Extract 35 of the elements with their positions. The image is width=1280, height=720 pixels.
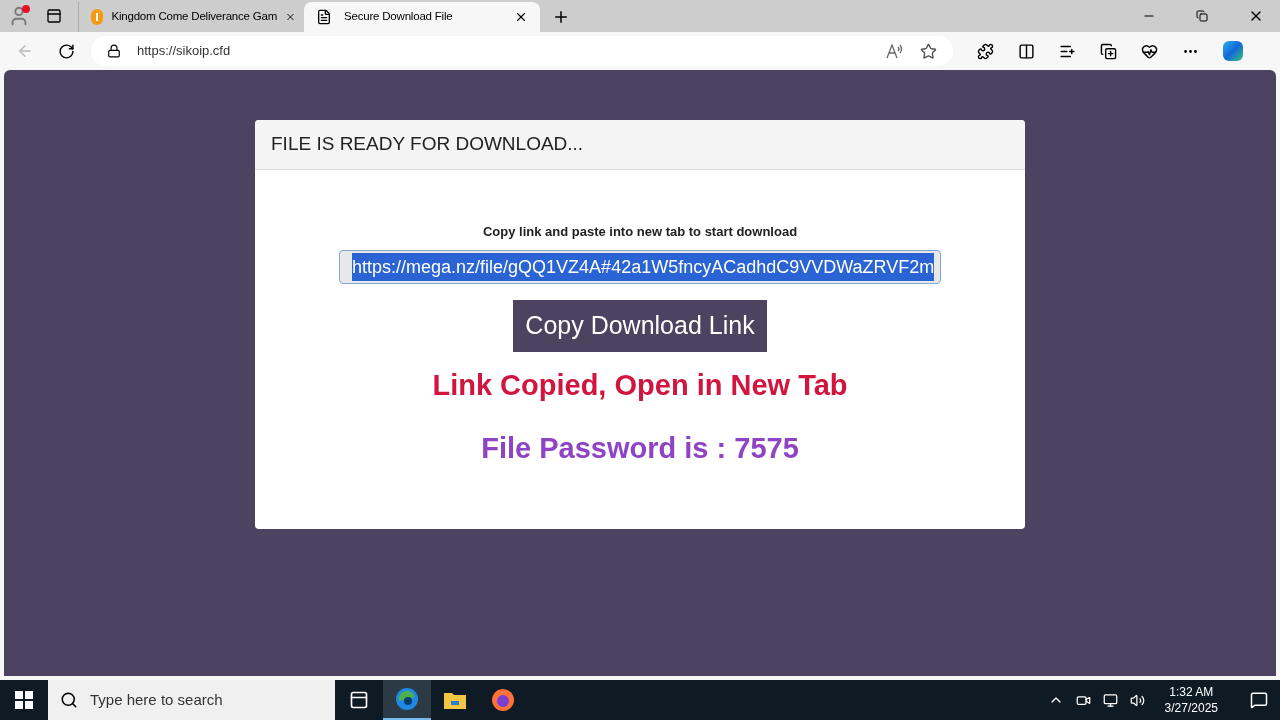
task-view-icon [349, 690, 369, 710]
health-icon[interactable] [1141, 42, 1158, 60]
notifications-icon[interactable] [1250, 691, 1268, 709]
restore-icon[interactable] [1196, 10, 1208, 22]
lock-icon [107, 44, 121, 58]
search-icon [60, 691, 78, 709]
tab-title: Kingdom Come Deliverance Gam [111, 9, 278, 25]
close-icon[interactable] [514, 10, 528, 24]
warning-icon [91, 9, 104, 25]
address-text: https://sikoip.cfd [137, 42, 232, 61]
folder-icon [443, 690, 467, 710]
card-title: FILE IS READY FOR DOWNLOAD... [271, 132, 584, 157]
clock-date: 3/27/2025 [1164, 700, 1218, 716]
split-screen-icon[interactable] [1018, 42, 1035, 60]
taskbar-search-field[interactable]: Type here to search [48, 680, 335, 720]
browser-tab[interactable]: Kingdom Come Deliverance Gam [78, 2, 304, 32]
favorite-icon[interactable] [920, 42, 937, 60]
browser-tab[interactable]: Secure Download File [304, 2, 540, 32]
extensions-icon[interactable] [977, 42, 994, 60]
browser-icon [395, 687, 419, 711]
copy-download-link-button[interactable]: Copy Download Link [513, 299, 767, 352]
volume-icon[interactable] [1129, 692, 1145, 708]
collections-icon[interactable] [1100, 42, 1117, 60]
clock-time: 1:32 AM [1169, 684, 1214, 700]
status-text: Link Copied, Open in New Tab [432, 367, 848, 403]
new-tab-icon[interactable] [552, 8, 570, 26]
reload-icon[interactable] [58, 42, 75, 60]
tab-title: Secure Download File [344, 9, 454, 25]
password-text: File Password is : 7575 [481, 431, 799, 466]
link-field[interactable]: https://mega.nz/file/gQQ1VZ4A#42a1W5fncyACadhdC9VVDWaZRVF2m [339, 249, 941, 284]
tab-actions-icon[interactable] [46, 8, 62, 24]
read-aloud-icon[interactable] [886, 43, 904, 59]
document-icon [316, 9, 332, 25]
address-bar[interactable]: https://sikoip.cfd [91, 36, 953, 66]
instruction-text: Copy link and paste into new tab to start download [482, 223, 798, 241]
